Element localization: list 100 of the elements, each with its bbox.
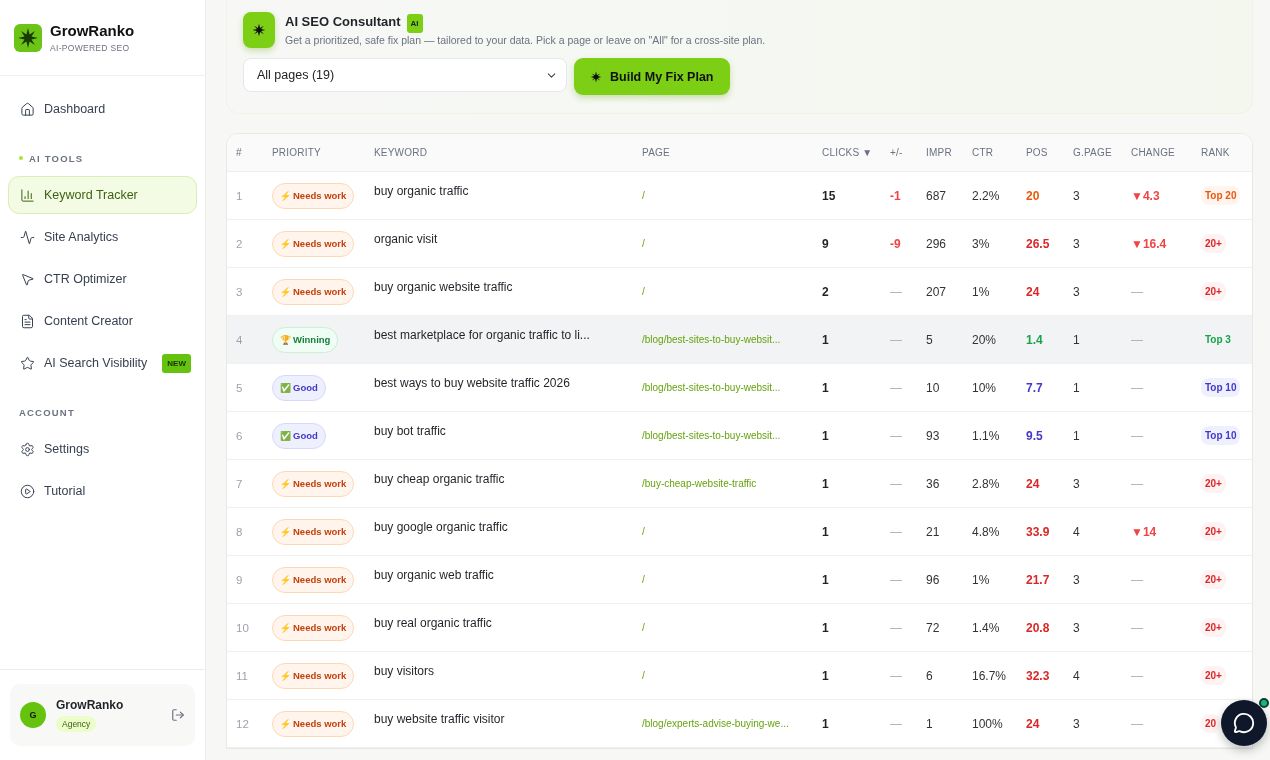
nav-item[interactable]: CTR Optimizer <box>8 260 197 298</box>
rank-badge: Top 10 <box>1201 426 1241 445</box>
row-number: 8 <box>236 525 244 538</box>
chat-launcher-popup[interactable] <box>1221 700 1267 746</box>
page-link[interactable]: / <box>642 622 822 633</box>
section-label: AI TOOLS <box>29 152 84 164</box>
keyword-cell-text: buy visitors <box>374 664 436 678</box>
bar-chart-icon <box>20 187 35 203</box>
nav-item[interactable]: Content Creator <box>8 302 197 340</box>
nav-item[interactable]: Tutorial <box>8 472 197 510</box>
row-number: 3 <box>236 285 244 298</box>
impressions-cell-text: 96 <box>926 572 941 587</box>
ctr-cell-text: 4.8% <box>972 524 1001 539</box>
page-link[interactable]: / <box>642 190 822 201</box>
user-name: GrowRanko <box>56 698 125 712</box>
nav-item[interactable]: Site Analytics <box>8 218 197 256</box>
priority-badge: ⚡ Needs work <box>272 710 355 737</box>
keyword-cell-text: organic visit <box>374 232 439 246</box>
column-header[interactable]: CLICKS ▼ <box>822 147 890 158</box>
column-header[interactable]: IMPR <box>926 147 972 158</box>
ctr-cell-text: 1.1% <box>972 428 1001 443</box>
play-icon <box>20 483 35 499</box>
column-header[interactable]: PRIORITY <box>272 147 374 158</box>
google-page-cell-text: 3 <box>1073 716 1081 731</box>
cursor-icon <box>20 271 35 287</box>
brand-name: GrowRanko <box>50 22 135 39</box>
impressions-cell-text: 10 <box>926 380 941 395</box>
logout-icon[interactable] <box>171 708 185 722</box>
document-icon <box>20 313 35 329</box>
page-link[interactable]: / <box>642 286 822 297</box>
google-page-cell-text: 3 <box>1073 476 1081 491</box>
impressions-cell-text: 6 <box>926 668 934 683</box>
build-plan-button[interactable]: Build My Fix Plan <box>574 58 730 95</box>
clicks-cell-text: 1 <box>822 572 830 587</box>
page-link[interactable]: /blog/experts-advise-buying-we... <box>642 718 822 729</box>
diff-cell-text: — <box>890 284 903 299</box>
table-row[interactable]: 4 🏆 Winning best marketplace for organic traffic to li... /blog/best-sites-to-buy-websit... 1 — 5 20% 1.4 1 — Top 3 <box>227 316 1252 364</box>
keyword-cell-text: buy organic traffic <box>374 184 470 198</box>
column-header[interactable]: # <box>236 147 272 158</box>
page-select[interactable]: All pages (19) <box>243 58 567 92</box>
page-link[interactable]: / <box>642 526 822 537</box>
ctr-cell-text: 1.4% <box>972 620 1001 635</box>
column-header[interactable]: POS <box>1026 147 1073 158</box>
position-cell-text: 1.4 <box>1026 332 1044 347</box>
keyword-cell-text: buy organic website traffic <box>374 280 514 294</box>
row-number: 2 <box>236 237 244 250</box>
ctr-cell-text: 20% <box>972 332 998 347</box>
sparkle-icon <box>590 70 602 83</box>
row-number: 7 <box>236 477 244 490</box>
page-link[interactable]: / <box>642 670 822 681</box>
change-cell-text: — <box>1131 380 1144 395</box>
row-number: 9 <box>236 573 244 586</box>
rank-badge: 20+ <box>1201 522 1226 541</box>
nav-item[interactable]: Settings <box>8 430 197 468</box>
position-cell-text: 24 <box>1026 284 1041 299</box>
column-header[interactable]: PAGE <box>642 147 822 158</box>
nav-item[interactable]: AI Search Visibility NEW <box>8 344 197 382</box>
impressions-cell-text: 36 <box>926 476 941 491</box>
priority-badge: ✅ Good <box>272 374 326 401</box>
brand-tagline: AI-POWERED SEO <box>50 43 131 53</box>
column-header[interactable]: KEYWORD <box>374 147 642 158</box>
row-number: 12 <box>236 717 250 730</box>
change-cell-text: — <box>1131 716 1144 731</box>
column-header[interactable]: +/- <box>890 147 926 158</box>
nav-item[interactable]: Dashboard <box>8 90 197 128</box>
settings-icon <box>20 441 35 457</box>
google-page-cell-text: 3 <box>1073 188 1081 203</box>
page-link[interactable]: / <box>642 238 822 249</box>
priority-badge: ⚡ Needs work <box>272 182 355 209</box>
ctr-cell-text: 1% <box>972 572 991 587</box>
page-link[interactable]: / <box>642 574 822 585</box>
row-number: 5 <box>236 381 244 394</box>
change-cell-text: — <box>1131 668 1144 683</box>
ctr-cell-text: 2.2% <box>972 188 1001 203</box>
change-cell-text: — <box>1131 332 1144 347</box>
rank-badge: Top 20 <box>1201 186 1241 205</box>
impressions-cell-text: 72 <box>926 620 941 635</box>
page-link[interactable]: /blog/best-sites-to-buy-websit... <box>642 334 822 345</box>
page-link[interactable]: /blog/best-sites-to-buy-websit... <box>642 430 822 441</box>
column-header[interactable]: CHANGE <box>1131 147 1201 158</box>
page-link[interactable]: /buy-cheap-website-traffic <box>642 478 822 489</box>
priority-badge: ⚡ Needs work <box>272 470 355 497</box>
diff-cell-text: -1 <box>890 188 902 203</box>
diff-cell-text: — <box>890 620 903 635</box>
google-page-cell-text: 1 <box>1073 332 1081 347</box>
column-header[interactable]: CTR <box>972 147 1026 158</box>
nav-item[interactable]: Keyword Tracker <box>8 176 197 214</box>
priority-badge: ⚡ Needs work <box>272 518 355 545</box>
change-cell-text: — <box>1131 428 1144 443</box>
ctr-cell-text: 2.8% <box>972 476 1001 491</box>
impressions-cell-text: 687 <box>926 188 948 203</box>
impressions-cell-text: 207 <box>926 284 948 299</box>
sparkle-icon <box>252 23 266 37</box>
page-link[interactable]: /blog/best-sites-to-buy-websit... <box>642 382 822 393</box>
column-header[interactable]: RANK <box>1201 147 1252 158</box>
column-header[interactable]: G.PAGE <box>1073 147 1131 158</box>
impressions-cell-text: 1 <box>926 716 934 731</box>
change-cell-text: ▼14 <box>1131 524 1158 539</box>
clicks-cell-text: 15 <box>822 188 837 203</box>
priority-badge: ⚡ Needs work <box>272 230 355 257</box>
